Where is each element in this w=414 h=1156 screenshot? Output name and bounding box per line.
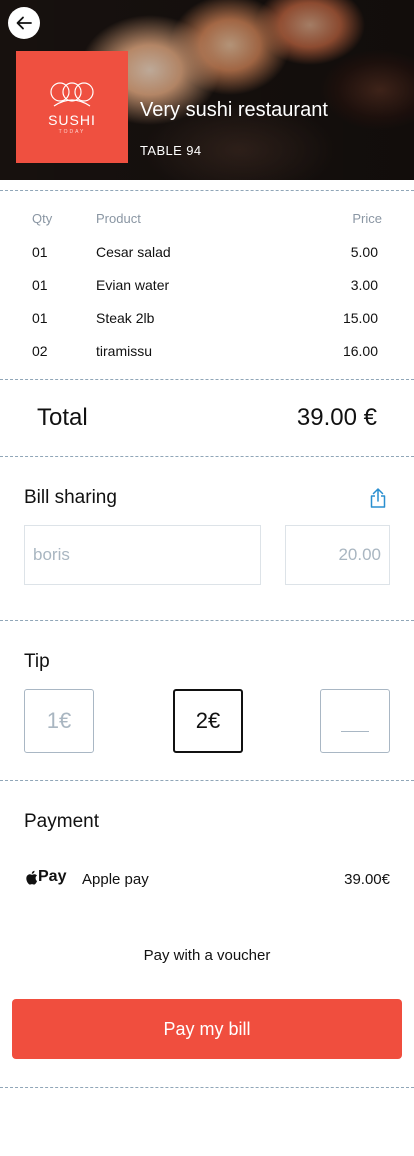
tip-title: Tip (24, 651, 50, 672)
item-qty: 01 (32, 310, 48, 326)
item-product: Cesar salad (96, 244, 171, 260)
payment-method-label[interactable]: Apple pay (82, 871, 149, 888)
column-header-qty: Qty (32, 211, 53, 226)
item-qty: 01 (32, 244, 48, 260)
item-qty: 01 (32, 277, 48, 293)
custom-tip-blank (341, 730, 369, 732)
item-product: Steak 2lb (96, 310, 155, 326)
share-name-input[interactable]: boris (24, 525, 261, 585)
divider (0, 620, 414, 621)
divider (0, 456, 414, 457)
back-button[interactable] (8, 7, 40, 39)
apple-pay-logo-text: Pay (38, 868, 67, 885)
sushi-logo-icon (50, 81, 94, 106)
restaurant-name: Very sushi restaurant (140, 99, 328, 121)
divider (0, 780, 414, 781)
tip-option-1[interactable]: 1€ (24, 689, 94, 753)
pay-my-bill-button[interactable]: Pay my bill (12, 999, 402, 1059)
payment-amount: 39.00€ (344, 871, 390, 888)
divider (0, 190, 414, 191)
bill-sharing-title: Bill sharing (24, 487, 117, 508)
total-label: Total (37, 404, 88, 431)
divider (0, 1087, 414, 1088)
table-number: TABLE 94 (140, 143, 202, 158)
column-header-price: Price (352, 211, 382, 226)
apple-icon (26, 870, 38, 885)
item-price: 15.00 (342, 310, 378, 326)
divider (0, 379, 414, 380)
apple-pay-logo: Pay (25, 868, 66, 886)
item-price: 3.00 (350, 277, 378, 293)
column-header-product: Product (96, 211, 141, 226)
logo-subtext: TODAY (58, 128, 86, 135)
item-price: 5.00 (350, 244, 378, 260)
share-amount-input[interactable]: 20.00 (285, 525, 390, 585)
share-icon[interactable] (369, 487, 387, 509)
item-price: 16.00 (342, 343, 378, 359)
item-qty: 02 (32, 343, 48, 359)
pay-with-voucher-link[interactable]: Pay with a voucher (0, 947, 414, 964)
item-product: tiramissu (96, 343, 153, 359)
logo-text: SUSHI (48, 111, 96, 128)
total-value: 39.00 € (296, 404, 377, 431)
tip-option-custom[interactable] (320, 689, 390, 753)
item-product: Evian water (96, 277, 170, 293)
tip-option-2-selected[interactable]: 2€ (173, 689, 243, 753)
arrow-left-icon (16, 16, 32, 30)
payment-title: Payment (24, 811, 99, 832)
restaurant-logo: SUSHI TODAY (16, 51, 128, 163)
